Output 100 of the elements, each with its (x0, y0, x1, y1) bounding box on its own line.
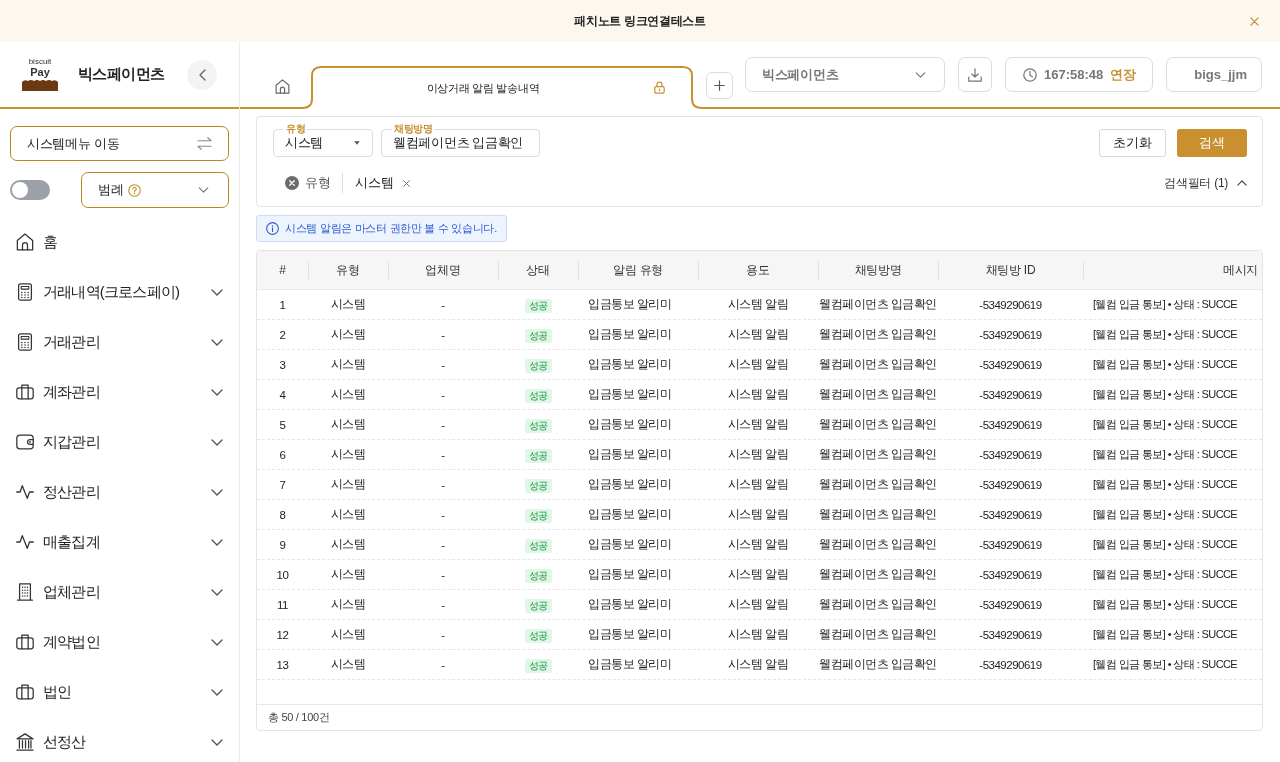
clear-filter-button[interactable] (285, 176, 299, 190)
column-header: 업체명 (388, 251, 498, 289)
sidebar-item[interactable]: 매출집계 (10, 522, 229, 562)
reset-button[interactable]: 초기화 (1099, 129, 1166, 157)
wavy-block-icon (22, 79, 58, 91)
status-badge: 성공 (524, 388, 552, 403)
table-cell-text: 입금통보 알리미 (587, 597, 673, 612)
table-cell-text: 시스템 알림 (726, 297, 790, 312)
table-cell-text: 시스템 (329, 387, 367, 402)
table-cell-text: 입금통보 알리미 (587, 507, 673, 522)
sidebar-item[interactable]: 선정산 (10, 722, 229, 762)
table-cell-text: 웰컴페이먼츠 입금확인 (818, 357, 938, 372)
table-cell-text: 웰컴페이먼츠 입금확인 (818, 447, 938, 462)
field-label: 유형 (284, 123, 307, 134)
table-cell-text: 입금통보 알리미 (587, 657, 673, 672)
pulse-icon (16, 533, 34, 551)
table-cell-text: [웰컴 입금 통보] • 상태 : SUCCE (1092, 537, 1239, 552)
chevron-left-icon (198, 68, 206, 81)
clear-icon (285, 176, 299, 190)
sidebar-item[interactable]: 지갑관리 (10, 422, 229, 462)
table-cell-text: - (440, 447, 446, 463)
table-cell-text: 웰컴페이먼츠 입금확인 (818, 537, 938, 552)
chevron-down-icon (198, 187, 209, 193)
column-header: 상태 (498, 251, 578, 289)
table-cell-text: 웰컴페이먼츠 입금확인 (818, 387, 938, 402)
caret-icon (354, 141, 360, 145)
chevron-down-icon (915, 71, 926, 78)
sidebar-item[interactable]: 업체관리 (10, 572, 229, 612)
sidebar-item[interactable]: 거래내역(크로스페이) (10, 272, 229, 312)
logo-wordmark: Pay (30, 66, 50, 78)
close-icon (1250, 16, 1259, 26)
column-header: 채팅방 ID (938, 251, 1083, 289)
filter-toggle[interactable]: 검색필터 (1) (1164, 174, 1247, 192)
sidebar-item[interactable]: 계약법인 (10, 622, 229, 662)
table-cell-text: [웰컴 입금 통보] • 상태 : SUCCE (1092, 627, 1239, 642)
table-cell-text: 시스템 (329, 477, 367, 492)
table-cell-text: -5349290619 (978, 357, 1043, 373)
table-cell-text: 11 (276, 597, 289, 613)
table-cell-text: 10 (275, 567, 290, 583)
table-cell-text: 시스템 (329, 567, 367, 582)
toggle-switch[interactable] (10, 180, 50, 200)
user-button[interactable]: bigs_jjm (1166, 57, 1262, 92)
add-tab-button[interactable] (706, 72, 733, 99)
sidebar-item[interactable]: 계좌관리 (10, 372, 229, 412)
table-cell-text: - (440, 597, 446, 613)
table-cell-text: 입금통보 알리미 (587, 477, 673, 492)
banner-text[interactable]: 패치노트 링크연결테스트 (574, 12, 706, 30)
table-cell-text: -5349290619 (978, 387, 1043, 403)
status-badge: 성공 (524, 508, 552, 523)
close-icon (402, 179, 410, 187)
table-cell-text: 웰컴페이먼츠 입금확인 (818, 567, 938, 582)
table-cell-text: - (440, 357, 446, 373)
table-cell-text: 시스템 알림 (726, 477, 790, 492)
filter-value-chip[interactable]: 시스템 (355, 174, 410, 192)
download-button[interactable] (958, 57, 992, 92)
legend-dropdown[interactable]: 범례 (81, 172, 229, 208)
table-cell-text: 시스템 (329, 327, 367, 342)
status-badge: 성공 (524, 628, 552, 643)
table-cell-text: 입금통보 알리미 (587, 297, 673, 312)
sidebar-item[interactable]: 거래관리 (10, 322, 229, 362)
table-cell-text: [웰컴 입금 통보] • 상태 : SUCCE (1092, 357, 1239, 372)
table-cell-text: 4 (278, 387, 287, 403)
tab[interactable]: 이상거래 알림 발송내역 (302, 66, 702, 109)
table-cell-text: 시스템 알림 (726, 417, 790, 432)
table-cell-text: 입금통보 알리미 (587, 387, 673, 402)
status-badge: 성공 (524, 568, 552, 583)
table-cell-text: - (440, 627, 446, 643)
table-cell-text: 시스템 알림 (726, 597, 790, 612)
calculator-icon (16, 283, 34, 301)
table-cell-text: 6 (278, 447, 287, 463)
table-cell-text: - (440, 477, 446, 493)
table-cell-text: 시스템 알림 (726, 567, 790, 582)
bank-icon (16, 733, 34, 751)
table-cell-text: 7 (278, 477, 287, 493)
table-cell-text: [웰컴 입금 통보] • 상태 : SUCCE (1092, 417, 1239, 432)
close-button[interactable] (1250, 16, 1259, 26)
table-cell-text: 12 (275, 627, 290, 643)
table-cell-text: 시스템 (329, 537, 367, 552)
table-cell-text: -5349290619 (978, 327, 1043, 343)
sidebar-item[interactable]: 정산관리 (10, 472, 229, 512)
table-cell-text: 13 (275, 657, 290, 673)
calculator-icon (16, 333, 34, 351)
company-select[interactable]: 빅스페이먼츠 (745, 57, 945, 92)
sidebar-item[interactable]: 법인 (10, 672, 229, 712)
menu-move-button[interactable]: 시스템메뉴 이동 (10, 126, 229, 161)
wallet-icon (16, 433, 34, 451)
table-cell-text: -5349290619 (978, 507, 1043, 523)
collapse-button[interactable] (187, 59, 217, 90)
sidebar-item[interactable]: 홈 (10, 222, 229, 262)
table-cell-text: 입금통보 알리미 (587, 537, 673, 552)
table-cell-text: 1 (278, 297, 287, 313)
table-cell-text: 시스템 (329, 417, 367, 432)
table-cell-text: 시스템 (329, 597, 367, 612)
download-icon (968, 67, 982, 82)
table-cell-text: 시스템 (329, 447, 367, 462)
table-cell-text: [웰컴 입금 통보] • 상태 : SUCCE (1092, 297, 1239, 312)
table-cell-text: - (440, 387, 446, 403)
table-cell-text: 입금통보 알리미 (587, 327, 673, 342)
status-badge: 성공 (524, 448, 552, 463)
status-badge: 성공 (524, 298, 552, 313)
